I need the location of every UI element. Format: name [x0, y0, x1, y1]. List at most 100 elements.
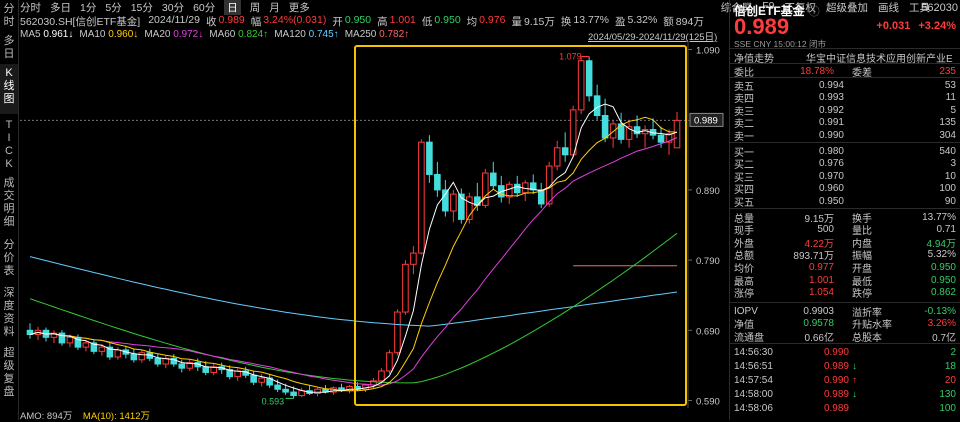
tick-row-2-cell: 14:57:54 — [734, 374, 773, 386]
tick-row-0: 14:56:30 0.990 2 — [734, 346, 958, 358]
tick-row-3: 14:58:00 0.989 ↓ 130 — [734, 389, 958, 401]
tick-row-1-cell: 18 — [944, 360, 956, 372]
period-tab-2[interactable]: 1分 — [80, 0, 96, 15]
quote-label-3: 高 — [377, 16, 388, 28]
bid-row-4-cell: 0.950 — [818, 195, 844, 207]
sidebar-tab-2[interactable]: K线图 — [0, 64, 18, 114]
sidebar-tab-4[interactable]: 成交 明细 — [0, 174, 18, 234]
stat-row-0-cell: 13.77% — [922, 211, 956, 223]
period-tab-8[interactable]: 周 — [250, 0, 261, 15]
stat-row-2-cell: 4.94万 — [926, 238, 956, 250]
quote-label-4: 低 — [421, 16, 433, 28]
sidebar-tab-6[interactable]: 深度 资料 — [0, 284, 18, 342]
y-tick-4: 0.690 — [696, 326, 720, 337]
stat-row-1-cell: 500 — [817, 224, 834, 236]
order-ratio-row: 委比 18.78% 委差 235 — [734, 65, 958, 79]
tick-row-2-cell: ↑ — [852, 374, 857, 386]
candle-body — [394, 311, 401, 354]
ma60-line — [29, 232, 678, 384]
period-tab-4[interactable]: 15分 — [131, 0, 153, 15]
period-tab-6[interactable]: 60分 — [193, 0, 215, 15]
fund-row-2-cell: 流通盘 — [734, 332, 764, 344]
quote-date: 2024/11/29 — [148, 14, 200, 26]
period-tab-0[interactable]: 分时 — [20, 0, 41, 15]
kline-chart[interactable]: 1.0900.9890.8900.7900.6900.5900.9891.079… — [20, 42, 725, 408]
period-tab-7[interactable]: 日 — [224, 0, 241, 15]
stat-row-3: 总额 893.71万 振幅 5.32% — [734, 249, 958, 262]
quote-label-9: 额 — [663, 16, 674, 28]
bid-row-4: 买五 0.950 90 — [734, 195, 958, 209]
y-tick-2: 0.890 — [696, 186, 720, 197]
quote-value-1: 3.24%(0.031) — [263, 14, 327, 26]
quote-value-8: 5.32% — [627, 14, 658, 26]
quote-value-5: 0.976 — [479, 14, 506, 26]
y-tick-5: 0.590 — [696, 396, 720, 407]
candle-body — [593, 95, 601, 116]
max-price-label: 1.079 — [559, 52, 582, 62]
panel-separator — [730, 77, 960, 78]
sidebar-tab-1[interactable]: 多日 — [0, 32, 18, 62]
candle-body — [178, 363, 186, 369]
tick-row-4: 14:58:06 0.989 100 — [734, 403, 958, 415]
stat-row-0: 总量 9.15万 换手 13.77% — [734, 211, 958, 225]
fund-row-2-cell: 0.7亿 — [932, 332, 956, 344]
stat-row-6-cell: 涨停 — [734, 289, 754, 301]
period-tab-5[interactable]: 30分 — [162, 0, 184, 15]
panel-change-abs: +0.031 — [876, 20, 911, 32]
ask-row-4-cell: 0.990 — [818, 129, 844, 141]
candle-body — [130, 353, 138, 361]
period-tab-10[interactable]: 更多 — [289, 0, 310, 15]
candle-body — [386, 352, 393, 372]
candle-body — [442, 189, 449, 212]
stat-row-4-cell: 0.950 — [930, 261, 956, 273]
order-ratio-row-cell: 235 — [939, 65, 956, 77]
candle-body — [585, 60, 593, 97]
ma20-line — [29, 137, 678, 386]
quote-value-4: 0.950 — [434, 14, 461, 26]
bid-row-4-cell: 买五 — [734, 197, 754, 209]
fund-row-0-cell: -0.13% — [924, 305, 956, 317]
info-icon[interactable]: ⓘ — [809, 6, 820, 18]
candle-body — [114, 349, 122, 358]
candle-body — [426, 141, 433, 175]
sidebar-tab-3[interactable]: TICK — [0, 116, 18, 172]
candle-body — [314, 388, 321, 394]
candle-body — [98, 346, 106, 352]
tick-row-1-cell: ↓ — [852, 360, 857, 372]
fund-row-2: 流通盘 0.66亿 总股本 0.7亿 — [734, 330, 958, 344]
candle-body — [258, 377, 265, 383]
period-tab-1[interactable]: 多日 — [50, 0, 71, 15]
stat-row-6: 涨停 1.054 跌停 0.862 — [734, 287, 958, 301]
stat-row-5: 最高 1.001 最低 0.950 — [734, 274, 958, 288]
ask-row-3-cell: 0.991 — [818, 117, 844, 129]
bid-row-0-cell: 540 — [939, 145, 956, 157]
period-tab-9[interactable]: 月 — [269, 0, 280, 15]
sidebar-tab-7[interactable]: 超级 复盘 — [0, 344, 18, 404]
quote-value-6: 9.15万 — [523, 16, 555, 28]
ma-legend-ma10: MA10 0.960↓ — [79, 29, 139, 40]
sidebar-tab-0[interactable]: 分时 — [0, 0, 18, 30]
stat-row-1-cell: 0.71 — [936, 224, 956, 236]
bid-row-4-cell: 90 — [944, 195, 956, 207]
bid-row-1-cell: 0.976 — [818, 158, 844, 170]
candle-body — [489, 172, 497, 187]
quote-value-9: 894万 — [675, 16, 704, 28]
quote-panel: 信创ETF基金 ⓘ 562030 0.989 +0.031 +3.24% SSE CNY 1… — [729, 0, 960, 420]
candle-body — [450, 193, 457, 212]
amo-label: AMO: 894万 — [20, 411, 73, 422]
bid-row-3-cell: 100 — [939, 183, 956, 195]
ask-row-2: 卖三 0.992 5 — [734, 104, 958, 118]
ask-row-0-cell: 53 — [944, 79, 956, 91]
bid-row-1-cell: 3 — [950, 158, 956, 170]
ask-row-1-cell: 0.993 — [818, 92, 844, 104]
ask-row-2-cell: 5 — [950, 104, 956, 116]
ask-row-4-cell: 卖一 — [734, 131, 754, 143]
sidebar-tab-5[interactable]: 分价表 — [0, 236, 18, 282]
quote-label-8: 盈 — [615, 16, 626, 28]
candle-body — [553, 147, 561, 167]
date-range[interactable]: 2024/05/29-2024/11/29(125日) — [588, 29, 717, 43]
candle-body — [402, 263, 409, 313]
candle-body — [513, 183, 521, 194]
min-price-label: 0.593 — [262, 396, 285, 406]
period-tab-3[interactable]: 5分 — [105, 0, 121, 15]
